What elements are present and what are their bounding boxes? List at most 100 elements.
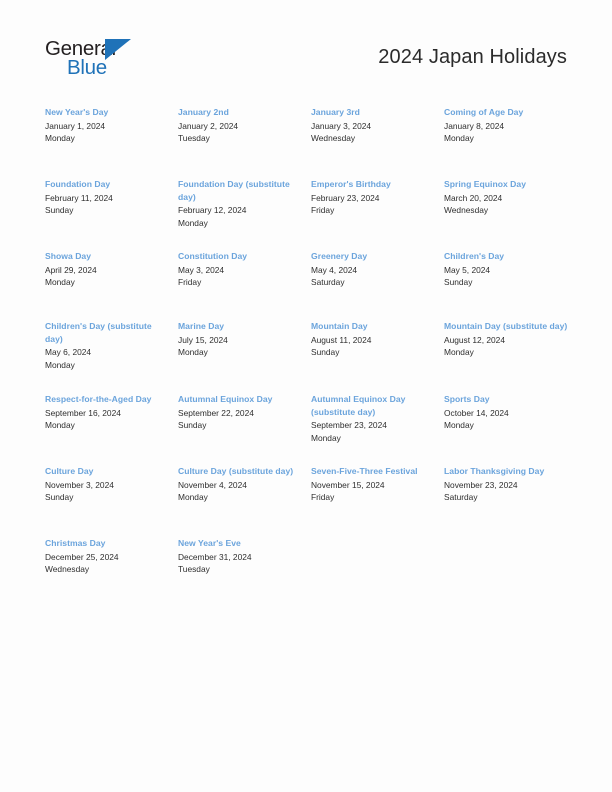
holiday-entry: New Year's Eve December 31, 2024 Tuesday (178, 537, 311, 575)
holiday-date: November 15, 2024 (311, 479, 385, 490)
holiday-weekday: Monday (444, 133, 474, 143)
holiday-weekday: Monday (45, 359, 75, 370)
holiday-weekday: Monday (444, 347, 474, 357)
holiday-entry: Greenery Day May 4, 2024 Saturday (311, 250, 444, 288)
holiday-name: Foundation Day (substitute day) (178, 179, 290, 202)
holiday-row: Culture Day November 3, 2024 Sunday Culture… (45, 465, 569, 537)
holiday-name: Constitution Day (178, 251, 248, 261)
holiday-name: Respect-for-the-Aged Day (45, 394, 152, 404)
holiday-date: August 12, 2024 (444, 334, 506, 345)
holiday-name: Children's Day (substitute day) (45, 321, 152, 344)
holiday-name: Christmas Day (45, 538, 106, 548)
holiday-entry: Children's Day (substitute day) May 6, 20… (45, 320, 178, 371)
holiday-weekday: Sunday (45, 205, 74, 215)
holiday-date: March 20, 2024 (444, 192, 503, 203)
holiday-weekday: Monday (45, 133, 75, 143)
holiday-entry: Autumnal Equinox Day (substitute day) Sep… (311, 393, 444, 444)
holiday-weekday: Monday (444, 420, 474, 430)
holiday-row: Christmas Day December 25, 2024 Wednesday N… (45, 537, 569, 609)
holiday-date: September 23, 2024 (311, 420, 387, 431)
holiday-name: Emperor's Birthday (311, 179, 391, 189)
holiday-entry: Mountain Day August 11, 2024 Sunday (311, 320, 444, 358)
holiday-entry: Christmas Day December 25, 2024 Wednesday (45, 537, 178, 575)
holiday-name: Coming of Age Day (444, 107, 524, 117)
holiday-weekday: Tuesday (178, 133, 210, 143)
holiday-name: Spring Equinox Day (444, 179, 527, 189)
holiday-name: Culture Day (substitute day) (178, 466, 294, 476)
holiday-date: January 1, 2024 (45, 120, 106, 131)
holiday-weekday: Monday (178, 347, 208, 357)
holiday-name: Greenery Day (311, 251, 368, 261)
page-header: General Blue 2024 Japan Holidays (45, 36, 567, 92)
holiday-name: New Year's Day (45, 107, 109, 117)
holiday-weekday: Friday (311, 492, 335, 502)
holiday-entry: Spring Equinox Day March 20, 2024 Wednesda… (444, 178, 569, 216)
holiday-date: February 12, 2024 (178, 205, 247, 216)
holiday-entry: Children's Day May 5, 2024 Sunday (444, 250, 569, 288)
holiday-weekday: Tuesday (178, 564, 210, 574)
holiday-date: February 11, 2024 (45, 192, 113, 203)
holiday-name: Autumnal Equinox Day (substitute day) (311, 394, 406, 417)
holiday-date: October 14, 2024 (444, 407, 509, 418)
holiday-name: Culture Day (45, 466, 94, 476)
holiday-name: Sports Day (444, 394, 490, 404)
holiday-weekday: Monday (311, 432, 341, 443)
holiday-entry: Labor Thanksgiving Day November 23, 2024 S… (444, 465, 569, 503)
holiday-cell-empty (444, 537, 569, 538)
holiday-name: Autumnal Equinox Day (178, 394, 273, 404)
holiday-row: Showa Day April 29, 2024 Monday Constitutio… (45, 250, 569, 320)
holiday-date: February 23, 2024 (311, 192, 380, 203)
holiday-entry: Culture Day November 3, 2024 Sunday (45, 465, 178, 503)
holiday-row: Children's Day (substitute day) May 6, 20… (45, 320, 569, 393)
holiday-entry: Autumnal Equinox Day September 22, 2024 Su… (178, 393, 311, 431)
holiday-date: January 2, 2024 (178, 120, 239, 131)
holiday-entry: Sports Day October 14, 2024 Monday (444, 393, 569, 431)
holiday-row: New Year's Day January 1, 2024 Monday Janua… (45, 106, 569, 178)
holiday-name: January 3rd (311, 107, 360, 117)
logo-triangle-icon (105, 39, 131, 60)
holiday-date: December 31, 2024 (178, 551, 252, 562)
holiday-name: Mountain Day (substitute day) (444, 321, 568, 331)
holiday-weekday: Sunday (311, 347, 340, 357)
holiday-entry: Foundation Day (substitute day) February … (178, 178, 311, 229)
holiday-entry: Foundation Day February 11, 2024 Sunday (45, 178, 178, 216)
holiday-weekday: Saturday (311, 277, 345, 287)
holiday-weekday: Wednesday (311, 133, 356, 143)
holiday-date: December 25, 2024 (45, 551, 119, 562)
holiday-date: January 3, 2024 (311, 120, 372, 131)
holiday-date: August 11, 2024 (311, 334, 372, 345)
holiday-date: May 3, 2024 (178, 264, 225, 275)
holiday-weekday: Wednesday (444, 205, 489, 215)
holiday-row: Respect-for-the-Aged Day September 16, 20… (45, 393, 569, 465)
holiday-name: Showa Day (45, 251, 92, 261)
holiday-weekday: Sunday (178, 420, 207, 430)
holiday-weekday: Monday (178, 492, 208, 502)
holiday-name: Seven-Five-Three Festival (311, 466, 418, 476)
holiday-date: September 22, 2024 (178, 407, 254, 418)
holiday-name: Labor Thanksgiving Day (444, 466, 545, 476)
general-blue-logo: General Blue (45, 36, 141, 84)
holiday-entry: Mountain Day (substitute day) August 12, … (444, 320, 569, 358)
holiday-weekday: Sunday (444, 277, 473, 287)
holiday-calendar-page: General Blue 2024 Japan Holidays New Yea… (0, 0, 612, 792)
holiday-date: May 5, 2024 (444, 264, 491, 275)
holiday-entry: Culture Day (substitute day) November 4, … (178, 465, 311, 503)
holiday-weekday: Monday (45, 420, 75, 430)
holiday-weekday: Friday (311, 205, 335, 215)
holiday-entry: Showa Day April 29, 2024 Monday (45, 250, 178, 288)
holiday-entry: January 2nd January 2, 2024 Tuesday (178, 106, 311, 144)
holiday-date: November 23, 2024 (444, 479, 518, 490)
holiday-date: May 4, 2024 (311, 264, 358, 275)
holiday-grid: New Year's Day January 1, 2024 Monday Janua… (45, 106, 569, 609)
holiday-weekday: Saturday (444, 492, 478, 502)
holiday-entry: Coming of Age Day January 8, 2024 Monday (444, 106, 569, 144)
holiday-date: July 15, 2024 (178, 334, 228, 345)
holiday-date: January 8, 2024 (444, 120, 505, 131)
holiday-date: May 6, 2024 (45, 347, 92, 358)
holiday-name: Mountain Day (311, 321, 368, 331)
holiday-name: Children's Day (444, 251, 505, 261)
holiday-name: January 2nd (178, 107, 229, 117)
holiday-weekday: Wednesday (45, 564, 90, 574)
holiday-date: November 3, 2024 (45, 479, 114, 490)
holiday-date: November 4, 2024 (178, 479, 247, 490)
